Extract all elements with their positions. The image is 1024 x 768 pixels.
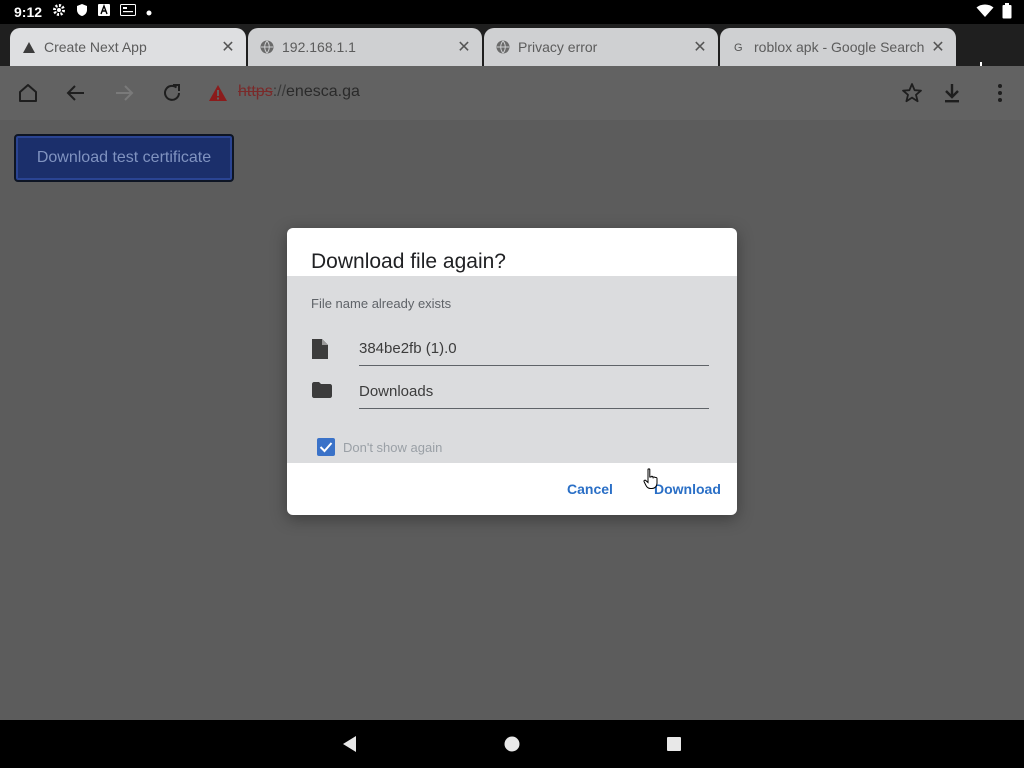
dialog-title: Download file again? <box>311 250 506 273</box>
system-nav-bar <box>0 720 1024 768</box>
svg-text:G: G <box>734 42 743 53</box>
hand-cursor-icon <box>643 468 659 490</box>
folder-value: Downloads <box>359 383 434 400</box>
dont-show-again-checkbox[interactable]: Don't show again <box>317 438 442 456</box>
file-name-value: 384be2fb (1).0 <box>359 340 457 357</box>
url-separator: :// <box>272 83 287 100</box>
checkbox-label: Don't show again <box>343 439 443 455</box>
home-circle-icon[interactable] <box>502 734 522 754</box>
battery-icon <box>1002 3 1012 24</box>
folder-field[interactable]: Downloads <box>311 375 709 409</box>
google-icon: G <box>732 40 746 54</box>
close-icon[interactable]: ✕ <box>928 37 948 57</box>
recents-square-icon[interactable] <box>664 734 684 754</box>
wifi-icon <box>976 4 994 23</box>
back-triangle-icon[interactable] <box>340 734 360 754</box>
download-again-dialog: Download file again? File name already e… <box>287 228 737 515</box>
tab-strip: Create Next App ✕ 192.168.1.1 ✕ Privacy … <box>0 24 1024 76</box>
file-icon <box>311 338 333 360</box>
tab-roblox-search[interactable]: G roblox apk - Google Search ✕ <box>720 28 956 66</box>
tab-title: roblox apk - Google Search <box>754 39 925 55</box>
download-icon[interactable] <box>938 79 966 107</box>
close-icon[interactable]: ✕ <box>218 37 238 57</box>
close-icon[interactable]: ✕ <box>454 37 474 57</box>
warning-icon[interactable] <box>204 79 232 107</box>
globe-icon <box>260 40 274 54</box>
star-icon[interactable] <box>898 79 926 107</box>
card-icon <box>120 3 137 21</box>
url-host: enesca.ga <box>286 83 360 100</box>
download-test-certificate-button[interactable]: Download test certificate <box>14 134 234 182</box>
browser-toolbar: https://enesca.ga <box>0 66 1024 120</box>
more-menu-icon[interactable] <box>986 79 1014 107</box>
reload-icon[interactable] <box>158 79 186 107</box>
forward-arrow-icon[interactable] <box>110 79 138 107</box>
status-time: 9:12 <box>14 4 43 20</box>
dialog-body: File name already exists 384be2fb (1).0 … <box>287 276 737 463</box>
tab-privacy-error[interactable]: Privacy error ✕ <box>484 28 718 66</box>
download-button[interactable]: Download <box>654 481 721 497</box>
close-icon[interactable]: ✕ <box>690 37 710 57</box>
tab-create-next-app[interactable]: Create Next App ✕ <box>10 28 246 66</box>
url-scheme: https <box>238 83 273 100</box>
cancel-button[interactable]: Cancel <box>567 481 613 497</box>
url-bar[interactable]: https://enesca.ga <box>238 83 360 101</box>
status-bar: 9:12 <box>0 0 1024 24</box>
folder-icon <box>311 381 333 403</box>
tab-192-168-1-1[interactable]: 192.168.1.1 ✕ <box>248 28 482 66</box>
file-name-field[interactable]: 384be2fb (1).0 <box>311 332 709 366</box>
file-name-underline <box>359 365 709 366</box>
triangle-icon <box>22 40 36 54</box>
tab-title: 192.168.1.1 <box>282 39 356 55</box>
gear-icon <box>52 3 66 22</box>
shield-icon <box>76 3 88 22</box>
dialog-subtitle: File name already exists <box>311 296 452 311</box>
a-icon <box>98 3 111 21</box>
checkmark-icon[interactable] <box>317 438 335 456</box>
back-arrow-icon[interactable] <box>62 79 90 107</box>
dot-icon <box>146 3 152 21</box>
tab-title: Create Next App <box>44 39 147 55</box>
folder-underline <box>359 408 709 409</box>
globe-icon <box>496 40 510 54</box>
tab-title: Privacy error <box>518 39 598 55</box>
home-icon[interactable] <box>14 79 42 107</box>
